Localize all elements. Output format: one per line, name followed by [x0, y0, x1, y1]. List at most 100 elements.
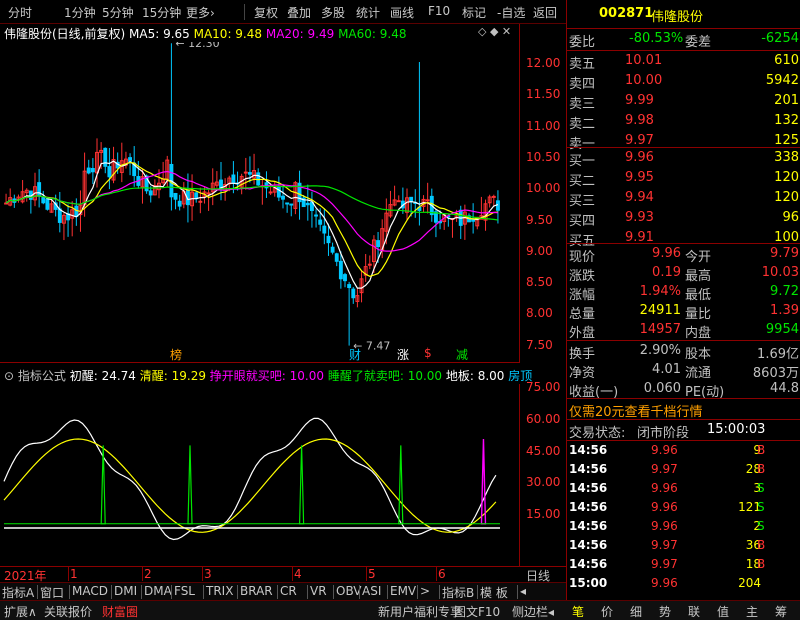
event-markers: 榜 财 涨 $ 减	[0, 346, 520, 362]
quote-view-button[interactable]: 笔	[572, 603, 584, 620]
indicator-tick: 45.00	[526, 443, 561, 458]
month-label: 2	[144, 567, 152, 581]
bid-level[interactable]: 买一 9.96 338	[567, 148, 800, 169]
level-label: 卖三	[569, 97, 596, 112]
level-price: 9.97	[625, 133, 654, 148]
indicator-param: 地板: 8.00	[442, 369, 505, 383]
bottom-link[interactable]: 扩展∧	[4, 603, 37, 620]
toolbar-item[interactable]: -自选	[497, 4, 525, 21]
indicator-tab[interactable]: BRAR	[240, 584, 273, 598]
toolbar-item[interactable]: 复权	[254, 4, 278, 21]
toolbar-item[interactable]: F10	[428, 4, 450, 18]
weibi-row: 委比 -80.53% 委差 -6254	[567, 29, 800, 50]
quote-view-button[interactable]: 值	[717, 603, 729, 620]
level-volume: 610	[774, 53, 799, 68]
bottom-link[interactable]: 图文F10	[454, 603, 500, 620]
price-tick: 8.00	[526, 306, 553, 321]
toolbar-item[interactable]: 叠加	[287, 4, 311, 21]
toolbar-item[interactable]: 1分钟	[64, 4, 96, 21]
bottom-link[interactable]: 新用户福利专享	[378, 603, 462, 620]
ma-value: MA20: 9.49	[262, 27, 335, 41]
price-tick: 11.00	[526, 118, 561, 133]
ask-level[interactable]: 卖五 10.01 610	[567, 51, 800, 72]
toolbar-item[interactable]: 标记	[462, 4, 486, 21]
high-label: ← 12.30	[175, 42, 219, 50]
stat-value: 0.19	[652, 265, 681, 280]
date-axis: 2021年 1 2 3 4 5 6 日线	[0, 566, 566, 583]
indicator-tab[interactable]: >	[420, 584, 430, 598]
stat-row: 涨跌 0.19 最高 10.03	[567, 263, 800, 284]
collapse-icon[interactable]: ⊙	[4, 369, 14, 383]
event-marker[interactable]: 减	[456, 346, 468, 363]
stat-label: 内盘	[685, 326, 712, 341]
bottom-link[interactable]: 财富圈	[102, 603, 138, 620]
chart-controls[interactable]: ◇ ◆ ✕	[478, 25, 511, 38]
toolbar-item[interactable]: 返回	[533, 4, 557, 21]
event-marker[interactable]: 涨	[397, 346, 409, 363]
bid-level[interactable]: 买三 9.94 120	[567, 188, 800, 209]
indicator-name[interactable]: 指标公式	[18, 369, 66, 383]
quote-view-button[interactable]: 细	[630, 603, 642, 620]
tab-divider	[333, 585, 334, 599]
indicator-tab[interactable]: VR	[310, 584, 327, 598]
trade-time: 14:56	[569, 462, 608, 476]
indicator-tab[interactable]: EMV	[390, 584, 416, 598]
stat-row: 现价 9.96 今开 9.79	[567, 244, 800, 265]
toolbar-item[interactable]: 5分钟	[102, 4, 134, 21]
month-label: 5	[368, 567, 376, 581]
indicator-tab[interactable]: 指标A	[2, 584, 34, 601]
toolbar-item[interactable]: 多股	[321, 4, 345, 21]
promo-text[interactable]: 仅需20元查看千档行情	[569, 401, 703, 420]
indicator-tab[interactable]: FSL	[174, 584, 195, 598]
price-tick: 12.00	[526, 56, 561, 70]
trade-time: 14:56	[569, 538, 608, 552]
stat-label: 外盘	[569, 326, 596, 341]
event-marker[interactable]: 榜	[170, 346, 182, 363]
indicator-tab[interactable]: CR	[280, 584, 297, 598]
tab-divider	[111, 585, 112, 599]
indicator-tab[interactable]: ASI	[362, 584, 381, 598]
toolbar-item[interactable]: 画线	[390, 4, 414, 21]
event-marker[interactable]: $	[424, 346, 432, 360]
ask-level[interactable]: 卖四 10.00 5942	[567, 71, 800, 92]
ask-level[interactable]: 卖三 9.99 201	[567, 91, 800, 112]
toolbar-item[interactable]: 15分钟	[142, 4, 181, 21]
price-tick: 9.50	[526, 212, 553, 227]
indicator-tab[interactable]: ◂	[520, 584, 526, 598]
bid-level[interactable]: 买四 9.93 96	[567, 208, 800, 229]
ma-value: MA10: 9.48	[189, 27, 263, 41]
toolbar-item[interactable]: 更多›	[186, 4, 215, 21]
indicator-tab[interactable]: MACD	[72, 584, 108, 598]
indicator-param: 清醒: 19.29	[135, 369, 206, 383]
tab-divider	[417, 585, 418, 599]
toolbar-item[interactable]: 统计	[356, 4, 380, 21]
quote-view-button[interactable]: 势	[659, 603, 671, 620]
event-marker[interactable]: 财	[349, 346, 361, 363]
trade-side: S	[757, 519, 765, 533]
indicator-tab[interactable]: 模 板	[480, 584, 508, 601]
indicator-tab[interactable]: DMI	[114, 584, 137, 598]
ask-level[interactable]: 卖二 9.98 132	[567, 111, 800, 132]
kline-chart[interactable]: 伟隆股份(日线,前复权) MA5: 9.65 MA10: 9.48 MA20: …	[0, 24, 520, 362]
month-label: 4	[294, 567, 302, 581]
indicator-tab[interactable]: TRIX	[206, 584, 233, 598]
indicator-tab[interactable]: DMA	[144, 584, 172, 598]
level-price: 9.99	[625, 93, 654, 108]
quote-view-button[interactable]: 联	[688, 603, 700, 620]
tab-divider	[359, 585, 360, 599]
toolbar-item[interactable]: 分时	[8, 4, 32, 21]
quote-view-button[interactable]: 价	[601, 603, 613, 620]
tab-divider	[477, 585, 478, 599]
indicator-tab[interactable]: 指标B	[442, 584, 474, 601]
promo-row[interactable]: 仅需20元查看千档行情	[567, 399, 800, 420]
indicator-chart[interactable]	[0, 384, 520, 566]
bottom-link[interactable]: 关联报价	[44, 603, 92, 620]
quote-view-button[interactable]: 主	[746, 603, 758, 620]
quote-view-button[interactable]: 筹	[775, 603, 787, 620]
bid-level[interactable]: 买二 9.95 120	[567, 168, 800, 189]
indicator-tab[interactable]: OBV	[336, 584, 362, 598]
stat-value: 24911	[639, 303, 681, 318]
bottom-link[interactable]: 侧边栏◂	[512, 603, 554, 620]
tab-divider	[69, 585, 70, 599]
indicator-tab[interactable]: 窗口	[40, 584, 64, 601]
